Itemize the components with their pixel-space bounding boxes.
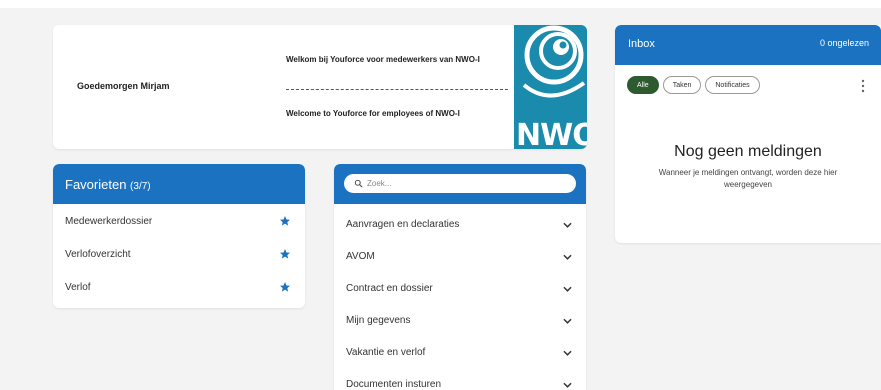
menu-item-label: Contract en dossier <box>346 283 433 294</box>
menu-header: Zoek... <box>334 164 586 204</box>
search-input[interactable]: Zoek... <box>344 174 576 193</box>
welcome-text-english: Welcome to Youforce for employees of NWO… <box>286 109 460 118</box>
chevron-down-icon <box>563 350 572 356</box>
empty-state-subtitle: Wanneer je meldingen ontvangt, worden de… <box>658 168 838 189</box>
menu-item-label: Documenten insturen <box>346 379 442 390</box>
menu-item-aanvragen-en-declaraties[interactable]: Aanvragen en declaraties <box>334 204 586 236</box>
star-icon[interactable] <box>279 248 291 260</box>
menu-item-contract-en-dossier[interactable]: Contract en dossier <box>334 268 586 300</box>
favorites-title: Favorieten <box>65 177 127 192</box>
inbox-unread-count: 0 ongelezen <box>819 38 869 48</box>
inbox-card: Inbox 0 ongelezen Alle Taken Notificatie… <box>615 25 881 243</box>
menu-item-avom[interactable]: AVOM <box>334 236 586 268</box>
search-placeholder: Zoek... <box>367 179 392 188</box>
menu-item-vakantie-en-verlof[interactable]: Vakantie en verlof <box>334 332 586 364</box>
favorites-header: Favorieten (3/7) <box>53 164 305 204</box>
filter-pill-notificaties[interactable]: Notificaties <box>705 76 760 94</box>
chevron-down-icon <box>563 222 572 228</box>
logo-text: NWO <box>516 118 587 149</box>
empty-state-title: Nog geen meldingen <box>674 143 822 160</box>
favorite-item-label: Verlofoverzicht <box>65 249 131 260</box>
filter-pill-taken[interactable]: Taken <box>662 76 702 94</box>
menu-item-label: Vakantie en verlof <box>346 347 426 358</box>
inbox-title: Inbox <box>628 38 655 50</box>
menu-item-label: Mijn gegevens <box>346 315 411 326</box>
favorite-item-medewerkerdossier[interactable]: Medewerkerdossier <box>53 204 305 237</box>
menu-card: Zoek... Aanvragen en declaraties AVOM Co… <box>334 164 586 390</box>
favorites-card: Favorieten (3/7) Medewerkerdossier Verlo… <box>53 164 305 308</box>
menu-item-documenten-insturen[interactable]: Documenten insturen <box>334 364 586 390</box>
nwo-logo: NWO <box>514 25 587 149</box>
chevron-down-icon <box>563 286 572 292</box>
greeting-text: Goedemorgen Mirjam <box>77 81 170 91</box>
inbox-filter-pills: Alle Taken Notificaties <box>627 76 760 94</box>
chevron-down-icon <box>563 254 572 260</box>
favorite-item-label: Verlof <box>65 282 91 293</box>
star-icon[interactable] <box>279 281 291 293</box>
top-bar <box>0 0 881 8</box>
menu-item-label: Aanvragen en declaraties <box>346 219 460 230</box>
welcome-divider <box>286 89 508 90</box>
welcome-card: Goedemorgen Mirjam Welkom bij Youforce v… <box>53 25 587 149</box>
chevron-down-icon <box>563 318 572 324</box>
more-options-icon[interactable] <box>861 79 865 93</box>
favorite-item-verlofoverzicht[interactable]: Verlofoverzicht <box>53 237 305 270</box>
menu-item-label: AVOM <box>346 251 375 262</box>
menu-item-mijn-gegevens[interactable]: Mijn gegevens <box>334 300 586 332</box>
inbox-header: Inbox 0 ongelezen <box>615 25 881 65</box>
favorites-count: (3/7) <box>130 181 151 192</box>
welcome-text-dutch: Welkom bij Youforce voor medewerkers van… <box>286 55 480 64</box>
search-icon <box>354 179 363 188</box>
filter-pill-alle[interactable]: Alle <box>627 76 659 94</box>
star-icon[interactable] <box>279 215 291 227</box>
favorite-item-verlof[interactable]: Verlof <box>53 270 305 303</box>
chevron-down-icon <box>563 382 572 388</box>
favorite-item-label: Medewerkerdossier <box>65 216 153 227</box>
